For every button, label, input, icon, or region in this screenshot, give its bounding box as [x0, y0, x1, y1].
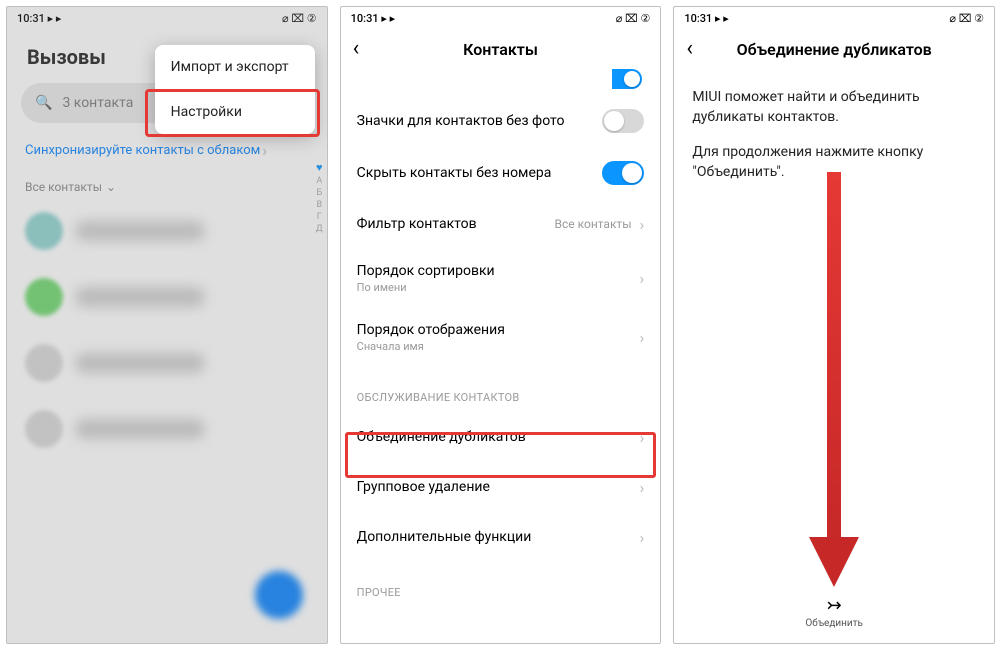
phone-screen-1: 10:31 ▸ ▸ ⌀ ⌧ ② Вызовы 🔍 3 контакта Синх…: [6, 6, 328, 644]
chevron-right-icon: ›: [640, 478, 645, 497]
contact-row[interactable]: [21, 396, 313, 462]
chevron-right-icon: ›: [640, 528, 645, 547]
section-maintenance: ОБСЛУЖИВАНИЕ КОНТАКТОВ: [341, 367, 661, 412]
status-icons: ⌀ ⌧ ②: [616, 12, 651, 25]
annotation-arrow: [804, 172, 864, 592]
merge-button[interactable]: ↣ Объединить: [674, 587, 994, 635]
menu-import-export[interactable]: Импорт и экспорт: [155, 45, 315, 89]
merge-icon: ↣: [827, 595, 842, 616]
row-sort-order[interactable]: Порядок сортировки По имени ›: [341, 249, 661, 308]
chevron-right-icon: ›: [640, 328, 645, 347]
back-button[interactable]: ‹: [353, 38, 381, 60]
contact-row[interactable]: [21, 264, 313, 330]
alpha-index[interactable]: ♥ А Б В Г Д: [316, 161, 323, 234]
avatar: [25, 212, 63, 250]
section-other: ПРОЧЕЕ: [341, 562, 661, 607]
avatar: [25, 410, 63, 448]
chevron-right-icon: ›: [640, 269, 645, 288]
chevron-right-icon: ›: [640, 428, 645, 447]
page-header: ‹ Контакты: [341, 29, 661, 69]
status-bar: 10:31 ▸ ▸ ⌀ ⌧ ②: [341, 7, 661, 29]
status-bar: 10:31 ▸ ▸ ⌀ ⌧ ②: [674, 7, 994, 29]
toggle-on[interactable]: [602, 161, 644, 185]
sync-cloud-link[interactable]: Синхронизируйте контакты с облаком ›: [25, 141, 309, 160]
page-title: Контакты: [341, 40, 661, 59]
avatar: [25, 278, 63, 316]
fab-add-contact[interactable]: [255, 571, 303, 619]
status-bar: 10:31 ▸ ▸ ⌀ ⌧ ②: [7, 7, 327, 29]
status-time: 10:31 ▸ ▸: [684, 12, 728, 25]
phone-screen-3: 10:31 ▸ ▸ ⌀ ⌧ ② ‹ Объединение дубликатов…: [673, 6, 995, 644]
chevron-right-icon: ›: [640, 215, 645, 234]
page-header: ‹ Объединение дубликатов: [674, 29, 994, 69]
contact-row[interactable]: [21, 330, 313, 396]
chevron-right-icon: ›: [262, 141, 267, 160]
description-text: MIUI поможет найти и объединить дубликат…: [674, 69, 994, 182]
all-contacts-filter[interactable]: Все контакты ⌄: [25, 180, 309, 194]
back-button[interactable]: ‹: [686, 38, 714, 60]
status-time: 10:31 ▸ ▸: [17, 12, 61, 25]
heart-icon: ♥: [316, 161, 323, 174]
search-icon: 🔍: [35, 95, 52, 111]
status-time: 10:31 ▸ ▸: [351, 12, 395, 25]
status-icons: ⌀ ⌧ ②: [949, 12, 984, 25]
row-hide-no-number[interactable]: Скрыть контакты без номера: [341, 147, 661, 199]
contact-name-blurred: [75, 287, 205, 307]
contact-name-blurred: [75, 221, 205, 241]
search-placeholder: 3 контакта: [62, 95, 133, 111]
avatar: [25, 344, 63, 382]
status-icons: ⌀ ⌧ ②: [282, 12, 317, 25]
page-title: Объединение дубликатов: [674, 40, 994, 59]
overflow-menu: Импорт и экспорт Настройки: [155, 45, 315, 134]
toggle-partial[interactable]: [612, 69, 642, 89]
row-extra-functions[interactable]: Дополнительные функции ›: [341, 512, 661, 562]
menu-settings[interactable]: Настройки: [155, 89, 315, 134]
contact-name-blurred: [75, 353, 205, 373]
row-merge-duplicates[interactable]: Объединение дубликатов ›: [341, 412, 661, 462]
row-icons-no-photo[interactable]: Значки для контактов без фото: [341, 95, 661, 147]
contact-row[interactable]: [21, 198, 313, 264]
chevron-down-icon: ⌄: [106, 180, 116, 194]
contact-name-blurred: [75, 419, 205, 439]
phone-screen-2: 10:31 ▸ ▸ ⌀ ⌧ ② ‹ Контакты Значки для ко…: [340, 6, 662, 644]
toggle-off[interactable]: [602, 109, 644, 133]
row-group-delete[interactable]: Групповое удаление ›: [341, 462, 661, 512]
row-filter-contacts[interactable]: Фильтр контактов Все контакты ›: [341, 199, 661, 249]
row-display-order[interactable]: Порядок отображения Сначала имя ›: [341, 308, 661, 367]
